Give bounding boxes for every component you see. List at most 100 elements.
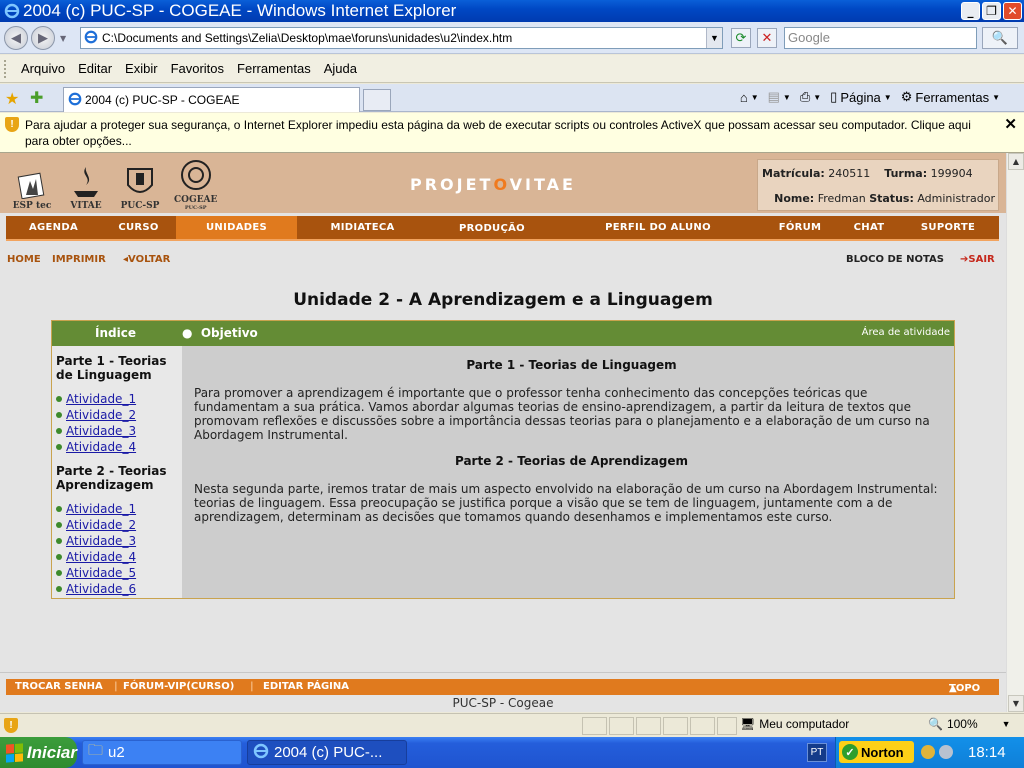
- activity-label: Atividade_2: [66, 408, 137, 422]
- stop-icon: ✕: [761, 30, 773, 46]
- forum-vip-link[interactable]: FÓRUM-VIP(CURSO): [123, 681, 234, 692]
- security-info-bar[interactable]: ! Para ajudar a proteger sua segurança, …: [0, 113, 1024, 153]
- clock[interactable]: 18:14: [968, 744, 1006, 761]
- print-button[interactable]: ⎙ ▼: [800, 89, 821, 105]
- tray-app-icon[interactable]: [921, 745, 935, 759]
- part1-activity-2[interactable]: Atividade_2: [56, 408, 136, 422]
- restore-button[interactable]: ❐: [982, 2, 1001, 20]
- zoom-control[interactable]: 🔍 100% ▼: [928, 717, 1011, 731]
- menu-favoritos[interactable]: Favoritos: [171, 61, 224, 76]
- nav-perfil-do-aluno[interactable]: PERFIL DO ALUNO: [556, 216, 760, 239]
- nav-chat[interactable]: CHAT: [840, 216, 898, 239]
- nav-forum[interactable]: FÓRUM: [760, 216, 840, 239]
- tab-label: 2004 (c) PUC-SP - COGEAE: [85, 93, 240, 107]
- part2-activity-4[interactable]: Atividade_4: [56, 550, 136, 564]
- refresh-button[interactable]: ⟳: [731, 28, 751, 48]
- stop-button[interactable]: ✕: [757, 28, 777, 48]
- part2-activity-6[interactable]: Atividade_6: [56, 582, 136, 596]
- forward-button[interactable]: ▶: [31, 26, 55, 50]
- add-favorites-icon[interactable]: ✚: [30, 88, 43, 107]
- index-tab[interactable]: Índice: [95, 326, 136, 340]
- norton-tray-button[interactable]: ✓ Norton: [839, 741, 914, 763]
- nav-midiateca[interactable]: MIDIATECA: [297, 216, 428, 239]
- part2-activity-2[interactable]: Atividade_2: [56, 518, 136, 532]
- home-link[interactable]: HOME: [7, 254, 41, 265]
- part1-activity-4[interactable]: Atividade_4: [56, 440, 136, 454]
- nav-suporte[interactable]: SUPORTE: [898, 216, 998, 239]
- vitae-label: VITAE: [70, 201, 102, 211]
- part2-activity-5[interactable]: Atividade_5: [56, 566, 136, 580]
- nav-producao[interactable]: PRODUÇÃO: [428, 216, 556, 239]
- home-icon: ⌂: [739, 89, 748, 105]
- scroll-down-icon[interactable]: ▼: [1008, 695, 1024, 712]
- cogeae-sub-label: PUC-SP: [184, 205, 207, 211]
- exit-link-label: SAIR: [968, 254, 995, 265]
- part2-title: Parte 2 - Teorias de Aprendizagem: [454, 454, 689, 468]
- part2-activity-1[interactable]: Atividade_1: [56, 502, 136, 516]
- close-window-button[interactable]: ✕: [1003, 2, 1022, 20]
- separator: |: [250, 681, 254, 692]
- security-warning-icon[interactable]: !: [4, 718, 18, 733]
- nav-agenda[interactable]: AGENDA: [6, 216, 101, 239]
- menu-bar: Arquivo Editar Exibir Favoritos Ferramen…: [0, 55, 1024, 83]
- scroll-up-icon[interactable]: ▲: [1008, 153, 1024, 170]
- status-segment: [717, 717, 737, 735]
- objective-tab[interactable]: ● Objetivo: [182, 326, 258, 340]
- language-indicator[interactable]: PT: [807, 743, 827, 762]
- part2-paragraph: Nesta segunda parte, iremos tratar de ma…: [194, 482, 938, 524]
- security-zone[interactable]: 🖥 Meu computador: [740, 717, 849, 731]
- gear-icon: ⚙: [900, 89, 913, 104]
- menu-exibir[interactable]: Exibir: [125, 61, 158, 76]
- content-box: Índice ● Objetivo Área de atividade Part…: [51, 320, 955, 599]
- close-info-bar-icon[interactable]: ✕: [1004, 115, 1017, 133]
- print-link[interactable]: IMPRIMIR: [52, 254, 106, 265]
- turma-label: Turma:: [884, 167, 928, 180]
- status-segment: [636, 717, 661, 735]
- zoom-dropdown-icon[interactable]: ▼: [1002, 719, 1011, 729]
- content-header: Índice ● Objetivo Área de atividade: [52, 321, 954, 346]
- search-button[interactable]: 🔍: [982, 27, 1018, 49]
- part1-activity-3[interactable]: Atividade_3: [56, 424, 136, 438]
- edit-page-link[interactable]: EDITAR PÁGINA: [263, 681, 349, 692]
- page-menu-button[interactable]: ▯ Página ▼: [830, 89, 892, 105]
- history-dropdown-icon[interactable]: ▼: [60, 34, 66, 43]
- tray-network-icon[interactable]: [939, 745, 953, 759]
- search-input[interactable]: Google: [784, 27, 977, 49]
- notes-link[interactable]: BLOCO DE NOTAS: [846, 254, 944, 265]
- taskbar-u2-label: u2: [108, 744, 125, 761]
- browser-tab[interactable]: 2004 (c) PUC-SP - COGEAE: [63, 87, 360, 112]
- nav-curso[interactable]: CURSO: [101, 216, 176, 239]
- window-title-bar[interactable]: 2004 (c) PUC-SP - COGEAE - Windows Inter…: [0, 0, 1024, 22]
- exit-link[interactable]: ➔SAIR: [960, 254, 995, 265]
- menu-ferramentas[interactable]: Ferramentas: [237, 61, 311, 76]
- address-input[interactable]: C:\Documents and Settings\Zelia\Desktop\…: [80, 27, 723, 49]
- window-title: 2004 (c) PUC-SP - COGEAE - Windows Inter…: [23, 1, 457, 20]
- tools-menu-button[interactable]: ⚙ Ferramentas ▼: [901, 89, 1000, 105]
- taskbar-ie-window[interactable]: 2004 (c) PUC-...: [247, 740, 407, 765]
- new-tab-button[interactable]: [363, 89, 391, 111]
- user-info-box: Matrícula: 240511 Turma: 199904 Nome: Fr…: [757, 159, 999, 211]
- minimize-button[interactable]: _: [961, 2, 980, 20]
- menu-arquivo[interactable]: Arquivo: [21, 61, 65, 76]
- favorites-star-icon[interactable]: ★: [5, 89, 19, 108]
- shield-icon: !: [5, 117, 19, 132]
- back-button[interactable]: ◀: [4, 26, 28, 50]
- menu-ajuda[interactable]: Ajuda: [324, 61, 357, 76]
- address-dropdown-icon[interactable]: ▼: [706, 28, 722, 48]
- activity-area-link[interactable]: Área de atividade: [862, 327, 950, 338]
- vertical-scrollbar[interactable]: ▲ ▼: [1006, 153, 1024, 712]
- back-link[interactable]: ◂VOLTAR: [123, 254, 170, 265]
- nome-label: Nome:: [774, 192, 815, 205]
- menu-editar[interactable]: Editar: [78, 61, 112, 76]
- bullet-icon: [56, 428, 62, 434]
- nav-unidades[interactable]: UNIDADES: [176, 216, 297, 239]
- bullet-icon: [56, 506, 62, 512]
- feeds-button[interactable]: ▤ ▼: [768, 89, 791, 105]
- taskbar-u2-folder[interactable]: 🗀 u2: [82, 740, 242, 765]
- footer-text: PUC-SP - Cogeae: [452, 696, 554, 710]
- part2-activity-3[interactable]: Atividade_3: [56, 534, 136, 548]
- change-password-link[interactable]: TROCAR SENHA: [15, 681, 103, 692]
- start-button[interactable]: Iniciar: [0, 737, 77, 768]
- home-button[interactable]: ⌂ ▼: [740, 90, 759, 105]
- part1-activity-1[interactable]: Atividade_1: [56, 392, 136, 406]
